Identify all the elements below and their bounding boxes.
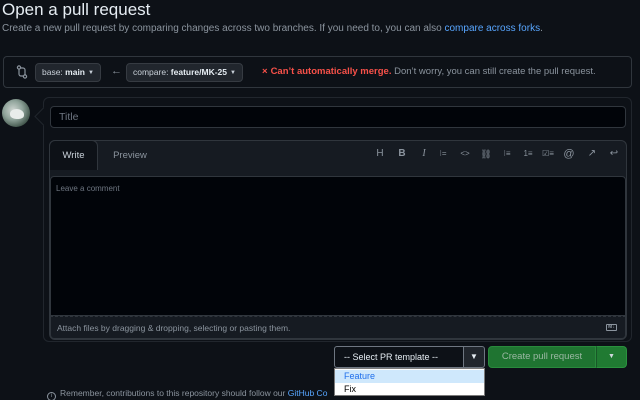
numbered-list-icon[interactable]: 1≡: [521, 147, 535, 161]
template-option-fix[interactable]: Fix: [335, 383, 484, 396]
code-of-conduct-link[interactable]: GitHub Co: [288, 388, 328, 398]
avatar[interactable]: [2, 99, 30, 127]
heading-icon[interactable]: H: [373, 147, 387, 161]
markdown-icon: M↓: [606, 324, 617, 331]
page-title: Open a pull request: [2, 0, 151, 19]
info-icon: i: [47, 392, 56, 400]
branch-range-editor: base: main ▼ ← compare: feature/MK-25 ▼ × C…: [3, 56, 632, 88]
reply-icon[interactable]: ↩: [607, 147, 621, 161]
compare-branch-button[interactable]: compare: feature/MK-25 ▼: [126, 63, 243, 82]
contribution-guidelines-note: i Remember, contributions to this reposit…: [47, 388, 327, 400]
arrow-left-icon: ←: [111, 65, 122, 77]
reference-icon[interactable]: ↗: [585, 147, 599, 161]
merge-status-hint: Don’t worry, you can still create the pu…: [391, 66, 596, 77]
subtitle-end: .: [540, 23, 543, 34]
merge-status: × Can’t automatically merge. Don’t worry,…: [262, 66, 596, 77]
pr-template-dropdown: Feature Fix: [334, 368, 485, 396]
chevron-down-icon: ▼: [230, 70, 236, 76]
page-subtitle: Create a new pull request by comparing c…: [2, 23, 543, 34]
title-input[interactable]: [50, 106, 626, 128]
git-compare-icon: [16, 65, 28, 84]
subtitle-text: Create a new pull request by comparing c…: [2, 23, 445, 34]
compare-across-forks-link[interactable]: compare across forks: [444, 23, 540, 34]
link-icon[interactable]: ⛓: [479, 147, 493, 161]
italic-icon[interactable]: I: [417, 147, 431, 161]
footer-text: Remember, contributions to this reposito…: [60, 388, 288, 398]
attach-files-bar[interactable]: Attach files by dragging & dropping, sel…: [50, 316, 626, 339]
task-list-icon[interactable]: ☑≡: [541, 147, 555, 161]
base-branch-button[interactable]: base: main ▼: [35, 63, 101, 82]
tab-preview[interactable]: Preview: [104, 142, 156, 169]
attach-files-text: Attach files by dragging & dropping, sel…: [57, 323, 291, 333]
mention-icon[interactable]: @: [562, 147, 576, 161]
base-branch-name: main: [65, 67, 85, 77]
create-pull-request-button[interactable]: Create pull request: [488, 346, 596, 368]
bullet-list-icon[interactable]: ⁝≡: [500, 147, 514, 161]
quote-icon[interactable]: ⁝=: [436, 147, 450, 161]
pr-template-select[interactable]: -- Select PR template --: [334, 346, 464, 368]
x-icon: ×: [262, 66, 268, 77]
merge-status-text: Can’t automatically merge.: [270, 66, 392, 77]
compare-branch-name: feature/MK-25: [170, 67, 228, 77]
compare-branch-prefix: compare:: [133, 67, 171, 77]
code-icon[interactable]: <>: [458, 147, 472, 161]
tab-write[interactable]: Write: [49, 140, 98, 170]
comment-textarea[interactable]: [50, 176, 626, 316]
bold-icon[interactable]: B: [395, 147, 409, 161]
chevron-down-icon: ▼: [88, 70, 94, 76]
chevron-down-icon[interactable]: ▼: [596, 346, 627, 368]
chevron-down-icon[interactable]: ▼: [464, 346, 485, 368]
base-branch-prefix: base:: [42, 67, 66, 77]
template-option-feature[interactable]: Feature: [335, 370, 484, 383]
